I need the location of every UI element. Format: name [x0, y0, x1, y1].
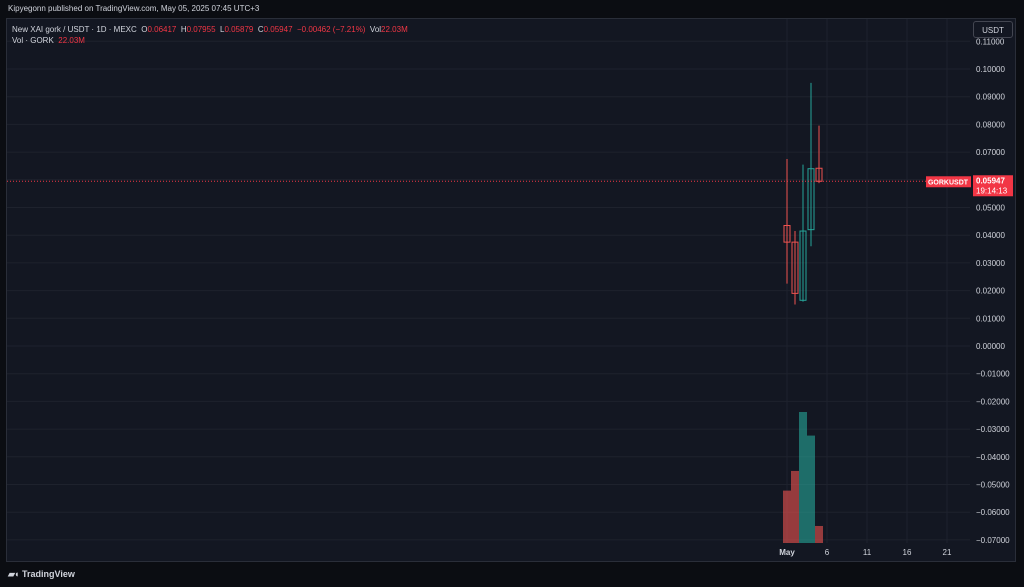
- brand-name: TradingView: [22, 569, 75, 579]
- volume-bar: [791, 470, 799, 543]
- y-tick-label: 0.00000: [976, 342, 1005, 351]
- open-value: 0.06417: [147, 25, 177, 34]
- footer: ▰◖ TradingView: [0, 562, 1024, 587]
- y-tick-label: 0.04000: [976, 231, 1005, 240]
- tradingview-brand[interactable]: ▰◖ TradingView: [8, 569, 75, 580]
- y-tick-label: −0.03000: [976, 425, 1010, 434]
- y-tick-label: −0.07000: [976, 536, 1010, 545]
- y-tick-label: 0.02000: [976, 287, 1005, 296]
- chart-legend: New XAI gork / USDT · 1D · MEXC O0.06417…: [12, 24, 408, 46]
- volume-indicator-value: 22.03M: [58, 36, 85, 45]
- y-tick-label: 0.10000: [976, 65, 1005, 74]
- tradingview-logo-icon: ▰◖: [8, 569, 19, 579]
- x-tick-label: May: [779, 548, 795, 557]
- change-value: −0.00462 (−7.21%): [296, 25, 366, 34]
- y-tick-label: −0.02000: [976, 397, 1010, 406]
- quote-currency-button[interactable]: USDT: [973, 21, 1013, 38]
- y-tick-label: −0.06000: [976, 508, 1010, 517]
- candlestick-chart[interactable]: 0.110000.100000.090000.080000.070000.060…: [0, 0, 1024, 587]
- volume-legend-line[interactable]: Vol · GORK 22.03M: [12, 35, 408, 46]
- y-tick-label: −0.04000: [976, 453, 1010, 462]
- close-value: 0.05947: [263, 25, 293, 34]
- y-tick-label: 0.09000: [976, 93, 1005, 102]
- high-value: 0.07955: [186, 25, 216, 34]
- y-tick-label: −0.01000: [976, 370, 1010, 379]
- x-tick-label: 11: [863, 548, 872, 557]
- symbol-description[interactable]: New XAI gork / USDT · 1D · MEXC: [12, 25, 137, 34]
- y-tick-label: 0.05000: [976, 204, 1005, 213]
- last-price-value: 0.05947: [976, 176, 1005, 185]
- x-tick-label: 21: [943, 548, 952, 557]
- y-tick-label: 0.01000: [976, 314, 1005, 323]
- y-tick-label: 0.08000: [976, 120, 1005, 129]
- y-tick-label: 0.03000: [976, 259, 1005, 268]
- x-tick-label: 6: [825, 548, 830, 557]
- volume-bar: [783, 490, 791, 543]
- symbol-tag-label: GORKUSDT: [928, 179, 969, 186]
- y-tick-label: −0.05000: [976, 481, 1010, 490]
- volume-indicator-label: Vol · GORK: [12, 36, 54, 45]
- y-tick-label: 0.07000: [976, 148, 1005, 157]
- volume-bar: [807, 435, 815, 543]
- low-value: 0.05879: [224, 25, 254, 34]
- ohlc-legend-line: New XAI gork / USDT · 1D · MEXC O0.06417…: [12, 25, 408, 34]
- bar-close-countdown: 19:14:13: [976, 186, 1008, 195]
- volume-bar: [799, 412, 807, 543]
- volume-value: 22.03M: [381, 25, 408, 34]
- volume-bar: [815, 525, 823, 543]
- x-tick-label: 16: [903, 548, 912, 557]
